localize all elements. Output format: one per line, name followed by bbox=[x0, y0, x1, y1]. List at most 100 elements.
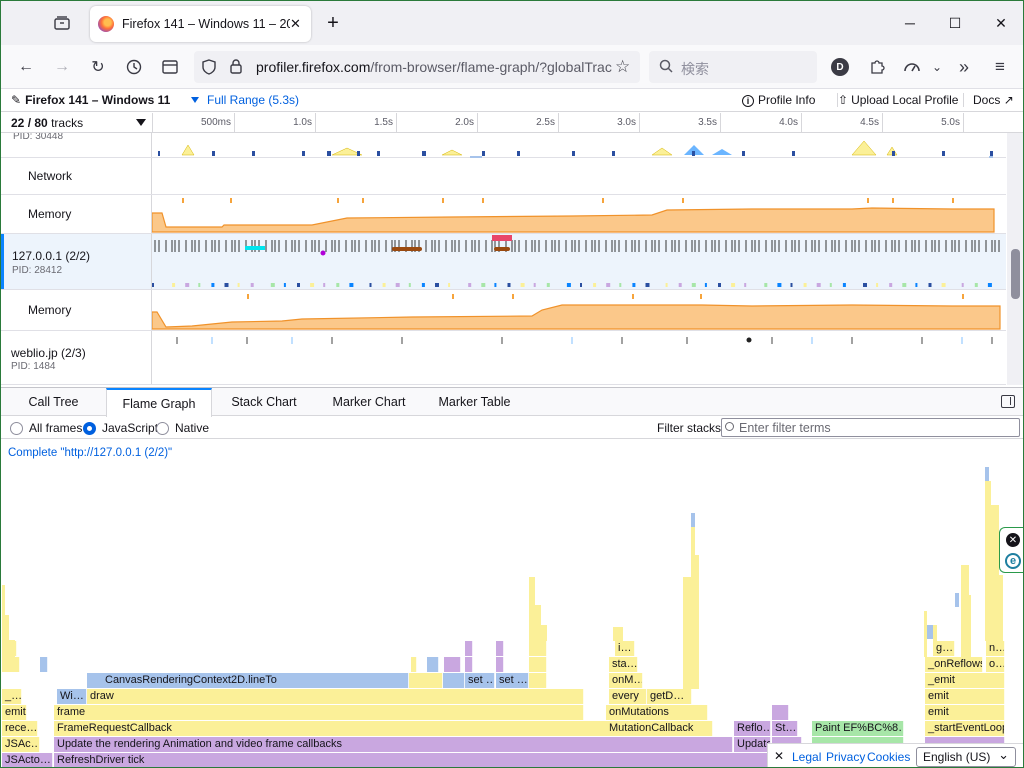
memory-track-1[interactable]: Memory bbox=[1, 195, 1006, 234]
language-select[interactable]: English (US) bbox=[916, 747, 1016, 767]
profile-name-button[interactable]: ✎ Firefox 141 – Windows 11 bbox=[11, 93, 170, 107]
tab-close-icon[interactable]: ✕ bbox=[290, 16, 301, 32]
flame-frame[interactable] bbox=[444, 657, 461, 672]
flame-frame[interactable]: Update bbox=[734, 737, 771, 752]
track-activity-graph[interactable] bbox=[152, 133, 1006, 158]
track-label[interactable]: Memory bbox=[1, 290, 152, 330]
tab-marker-table[interactable]: Marker Table bbox=[422, 388, 527, 416]
flame-frame[interactable] bbox=[2, 657, 20, 672]
memory-graph-2[interactable] bbox=[151, 290, 1006, 330]
flame-frame[interactable]: Update the rendering Animation and video… bbox=[54, 737, 733, 752]
flame-frame[interactable]: St… bbox=[772, 721, 798, 736]
process-track-weblio[interactable]: weblio.jp (2/3) PID: 1484 bbox=[1, 331, 1006, 385]
flame-frame[interactable]: g… bbox=[933, 641, 955, 656]
tracking-shield-icon[interactable] bbox=[202, 59, 216, 78]
history-icon[interactable] bbox=[122, 55, 146, 79]
track-count-button[interactable]: 22 / 80 tracks bbox=[11, 116, 83, 130]
flame-frame[interactable]: emit bbox=[925, 689, 1005, 704]
footer-legal-link[interactable]: Legal bbox=[792, 750, 821, 764]
track-dropdown-icon[interactable] bbox=[136, 119, 146, 126]
sidebar-toggle-icon[interactable] bbox=[1001, 395, 1015, 408]
track-activity-graph[interactable] bbox=[152, 331, 1006, 384]
flame-frame[interactable] bbox=[496, 657, 504, 672]
footer-cookies-link[interactable]: Cookies bbox=[867, 750, 910, 764]
flame-frame[interactable]: Reflo… bbox=[734, 721, 771, 736]
flame-frame[interactable]: rece… bbox=[2, 721, 38, 736]
flame-frame[interactable] bbox=[529, 641, 547, 656]
flame-frame[interactable] bbox=[772, 705, 789, 720]
flame-frame[interactable]: _startEventLoop bbox=[925, 721, 1005, 736]
flame-frame[interactable]: Paint EF%BC%8… bbox=[812, 721, 904, 736]
selection-breadcrumb[interactable]: Complete "http://127.0.0.1 (2/2)" bbox=[1, 441, 1023, 465]
flame-frame[interactable] bbox=[496, 641, 504, 656]
flame-frame[interactable] bbox=[529, 673, 547, 688]
flame-frame[interactable]: set … bbox=[496, 673, 529, 688]
flame-frame[interactable]: JSAc… bbox=[2, 737, 40, 752]
flame-frame[interactable]: o… bbox=[986, 657, 1005, 672]
track-label[interactable]: 127.0.0.1 (2/2) PID: 28412 bbox=[1, 234, 152, 289]
profile-info-button[interactable]: i Profile Info bbox=[742, 93, 815, 107]
flame-frame[interactable]: _onReflows bbox=[925, 657, 983, 672]
forward-icon[interactable]: → bbox=[50, 55, 74, 79]
track-label[interactable]: PID: 30448 bbox=[1, 133, 152, 157]
process-track-127-0-0-1[interactable]: 127.0.0.1 (2/2) PID: 28412 bbox=[1, 234, 1006, 290]
widget-close-icon[interactable]: ✕ bbox=[1006, 533, 1020, 547]
radio-all-frames[interactable]: All frames bbox=[10, 421, 82, 435]
flame-frame[interactable]: RefreshDriver tick bbox=[54, 753, 768, 767]
flame-frame[interactable]: n… bbox=[986, 641, 1005, 656]
network-track[interactable]: Network bbox=[1, 158, 1006, 195]
reload-icon[interactable]: ↻ bbox=[86, 55, 110, 79]
flame-frame[interactable] bbox=[529, 657, 547, 672]
flame-frame[interactable] bbox=[465, 657, 473, 672]
menu-icon[interactable]: ≡ bbox=[988, 55, 1012, 79]
track-label[interactable]: Network bbox=[1, 158, 152, 194]
flame-frame[interactable]: JSActo… bbox=[2, 753, 53, 767]
flame-frame[interactable]: Wi… bbox=[57, 689, 87, 704]
flame-graph[interactable]: JSActo… RefreshDriver tick JSAc… Update … bbox=[1, 465, 1023, 767]
flame-frame[interactable]: emit bbox=[2, 705, 27, 720]
flame-frame[interactable]: onM… bbox=[609, 673, 643, 688]
footer-close-icon[interactable]: ✕ bbox=[774, 749, 784, 763]
search-bar[interactable]: 検索 bbox=[649, 51, 817, 83]
flame-frame[interactable]: MutationCallback bbox=[606, 721, 713, 736]
flame-frame[interactable]: i… bbox=[615, 641, 635, 656]
overflow-chevron-icon[interactable]: » bbox=[952, 55, 976, 79]
flame-frame[interactable]: emit bbox=[925, 705, 1005, 720]
upload-profile-button[interactable]: ⇧ Upload Local Profile bbox=[837, 93, 958, 107]
radio-native[interactable]: Native bbox=[156, 421, 209, 435]
footer-privacy-link[interactable]: Privacy bbox=[826, 750, 865, 764]
track-label[interactable]: Memory bbox=[1, 195, 152, 233]
tab-marker-chart[interactable]: Marker Chart bbox=[316, 388, 422, 416]
network-graph[interactable] bbox=[152, 158, 1006, 194]
flame-frame[interactable] bbox=[443, 673, 465, 688]
memory-graph-1[interactable] bbox=[151, 195, 1006, 233]
docs-button[interactable]: Docs ↗ bbox=[963, 93, 1014, 107]
process-track-30448[interactable]: PID: 30448 bbox=[1, 133, 1006, 158]
flame-frame[interactable]: frame bbox=[54, 705, 584, 720]
tab-call-tree[interactable]: Call Tree bbox=[1, 388, 106, 416]
tab-flame-graph[interactable]: Flame Graph bbox=[106, 388, 212, 417]
lock-icon[interactable] bbox=[230, 59, 242, 77]
tab-overview-icon[interactable] bbox=[51, 12, 73, 34]
track-label[interactable]: weblio.jp (2/3) PID: 1484 bbox=[1, 331, 152, 384]
flame-frame[interactable]: set … bbox=[465, 673, 495, 688]
flame-frame[interactable]: onMutations bbox=[606, 705, 708, 720]
flame-frame[interactable] bbox=[40, 657, 48, 672]
url-bar[interactable]: profiler.firefox.com/from-browser/flame-… bbox=[194, 51, 640, 83]
sidebar-icon[interactable] bbox=[158, 55, 182, 79]
flame-frame[interactable] bbox=[409, 673, 443, 688]
filter-input[interactable]: Enter filter terms bbox=[721, 418, 1020, 437]
flame-frame[interactable]: _emit bbox=[925, 673, 1005, 688]
tab-stack-chart[interactable]: Stack Chart bbox=[212, 388, 316, 416]
widget-e-icon[interactable]: e bbox=[1005, 553, 1021, 569]
maximize-icon[interactable]: ☐ bbox=[943, 11, 967, 35]
memory-track-2[interactable]: Memory bbox=[1, 290, 1006, 331]
flame-frame[interactable] bbox=[465, 641, 473, 656]
profiler-dropdown-icon[interactable]: ⌄ bbox=[925, 55, 949, 79]
bookmark-star-icon[interactable]: ☆ bbox=[615, 57, 630, 77]
tab-profiler[interactable]: Firefox 141 – Windows 11 – 202 ✕ bbox=[90, 6, 311, 42]
track-activity-graph[interactable] bbox=[152, 234, 1006, 289]
radio-javascript[interactable]: JavaScript bbox=[83, 421, 158, 435]
back-icon[interactable]: ← bbox=[14, 55, 38, 79]
flame-frame[interactable]: getD… bbox=[647, 689, 692, 704]
